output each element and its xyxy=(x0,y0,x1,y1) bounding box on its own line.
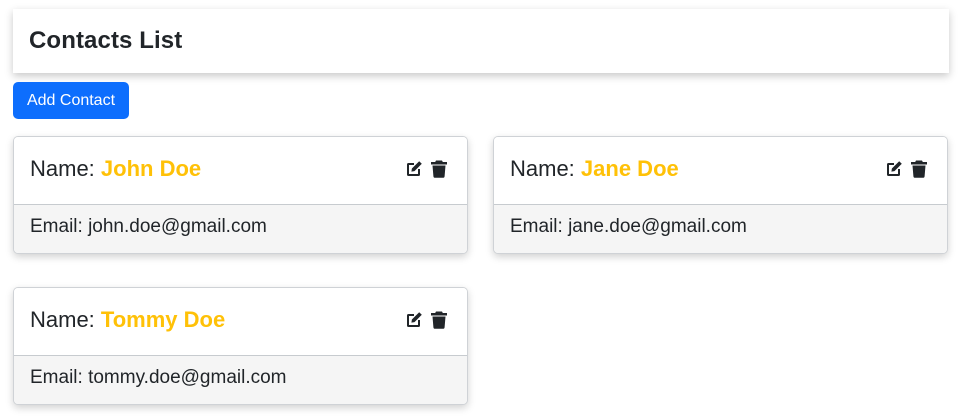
name-value: Tommy Doe xyxy=(100,306,226,332)
trash-icon[interactable] xyxy=(909,159,929,179)
contact-name: Name: John Doe xyxy=(30,156,201,182)
trash-icon[interactable] xyxy=(429,159,449,179)
add-contact-button[interactable]: Add Contact xyxy=(13,82,129,119)
page-header: Contacts List xyxy=(13,9,949,73)
contact-card: Name: Tommy Doe Email: tommy.doe@gmail.c… xyxy=(13,287,468,405)
email-value: tommy.doe@gmail.com xyxy=(88,367,287,388)
contact-card-header: Name: Jane Doe xyxy=(494,137,947,205)
name-value: Jane Doe xyxy=(580,155,679,181)
contact-card-body: Email: jane.doe@gmail.com xyxy=(494,205,947,253)
edit-icon[interactable] xyxy=(404,310,424,330)
page-title: Contacts List xyxy=(29,27,183,54)
trash-icon[interactable] xyxy=(429,310,449,330)
name-value: John Doe xyxy=(100,155,202,181)
email-label: Email: xyxy=(30,367,89,388)
contact-card: Name: John Doe Email: john.doe@gmail.com xyxy=(13,136,468,254)
name-label: Name: xyxy=(30,306,101,332)
card-actions xyxy=(404,310,449,330)
email-label: Email: xyxy=(510,216,569,237)
contact-card: Name: Jane Doe Email: jane.doe@gmail.com xyxy=(493,136,948,254)
edit-icon[interactable] xyxy=(404,159,424,179)
email-value: jane.doe@gmail.com xyxy=(568,216,747,237)
contact-card-header: Name: John Doe xyxy=(14,137,467,205)
contact-name: Name: Tommy Doe xyxy=(30,307,225,333)
email-value: john.doe@gmail.com xyxy=(88,216,267,237)
contact-card-header: Name: Tommy Doe xyxy=(14,288,467,356)
contact-card-body: Email: john.doe@gmail.com xyxy=(14,205,467,253)
contact-email: Email: tommy.doe@gmail.com xyxy=(30,367,287,389)
contact-name: Name: Jane Doe xyxy=(510,156,679,182)
name-label: Name: xyxy=(30,155,101,181)
name-label: Name: xyxy=(510,155,581,181)
contact-email: Email: jane.doe@gmail.com xyxy=(510,216,747,238)
email-label: Email: xyxy=(30,216,89,237)
card-actions xyxy=(884,159,929,179)
contact-card-body: Email: tommy.doe@gmail.com xyxy=(14,356,467,404)
contact-email: Email: john.doe@gmail.com xyxy=(30,216,267,238)
card-actions xyxy=(404,159,449,179)
edit-icon[interactable] xyxy=(884,159,904,179)
